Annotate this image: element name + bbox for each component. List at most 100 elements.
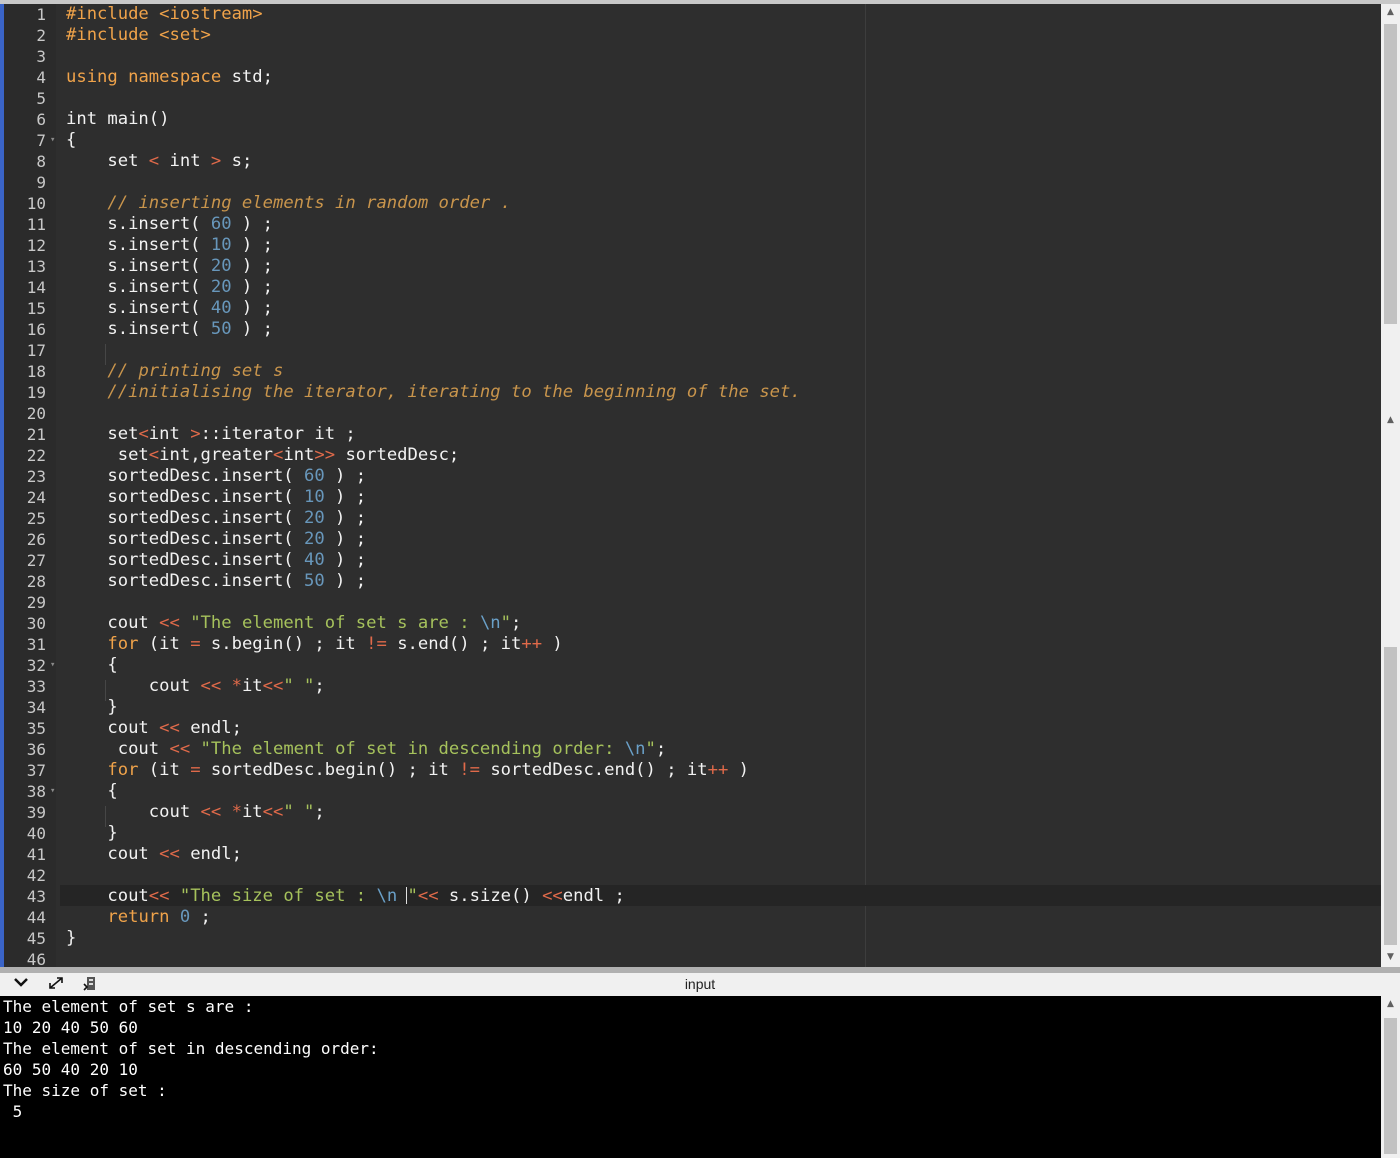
code-token: 60 xyxy=(210,214,232,234)
code-line[interactable]: } xyxy=(66,928,76,949)
line-number: 25 xyxy=(26,509,46,528)
code-line[interactable]: { xyxy=(66,655,117,676)
code-line[interactable]: cout<< "The size of set : \n "<< s.size(… xyxy=(66,886,624,907)
line-number: 35 xyxy=(26,719,46,738)
scrollbar-thumb[interactable] xyxy=(1384,647,1397,945)
line-number: 14 xyxy=(26,278,46,297)
code-token: << xyxy=(262,676,284,696)
code-line[interactable]: #include <iostream> xyxy=(66,4,263,25)
code-token: ) ; xyxy=(324,466,367,486)
scrollbar-thumb[interactable] xyxy=(1384,1018,1397,1154)
code-token: cout xyxy=(66,739,170,759)
code-line[interactable]: s.insert( 10 ) ; xyxy=(66,235,273,256)
line-number: 1 xyxy=(36,5,46,24)
line-number: 7 xyxy=(36,131,46,150)
code-token: 10 xyxy=(304,487,325,507)
code-line[interactable]: sortedDesc.insert( 50 ) ; xyxy=(66,571,366,592)
output-line: 10 20 40 50 60 xyxy=(3,1018,138,1037)
code-line[interactable]: s.insert( 20 ) ; xyxy=(66,256,273,277)
code-token: s.insert( xyxy=(66,319,211,339)
code-token: s.size() xyxy=(438,886,543,906)
line-number: 2 xyxy=(36,26,46,45)
code-token: < xyxy=(272,445,284,465)
fold-toggle-icon[interactable]: ▾ xyxy=(50,781,58,802)
line-number: 32 xyxy=(26,656,46,675)
code-line[interactable]: sortedDesc.insert( 40 ) ; xyxy=(66,550,366,571)
code-line[interactable]: for (it = sortedDesc.begin() ; it != sor… xyxy=(66,760,749,781)
code-token: ) ; xyxy=(231,298,273,318)
code-line[interactable]: cout << endl; xyxy=(66,718,242,739)
line-number: 19 xyxy=(26,383,46,402)
line-number: 33 xyxy=(26,677,46,696)
code-token: s.insert( xyxy=(66,298,211,318)
code-line[interactable]: } xyxy=(66,823,117,844)
scroll-up-arrow-icon[interactable]: ▲ xyxy=(1381,996,1400,1013)
code-token: sortedDesc.insert( xyxy=(66,487,304,507)
output-vertical-scrollbar[interactable]: ▲ xyxy=(1381,996,1400,1158)
scroll-up-arrow-icon[interactable]: ▲ xyxy=(1381,412,1400,429)
code-token: << xyxy=(159,613,180,633)
code-token: < xyxy=(148,445,160,465)
text-cursor xyxy=(406,887,407,904)
code-line[interactable]: { xyxy=(66,781,117,802)
code-line[interactable]: cout << "The element of set s are : \n"; xyxy=(66,613,521,634)
code-token: ) ; xyxy=(324,529,367,549)
code-token: < xyxy=(138,424,149,444)
code-token: << xyxy=(542,886,563,906)
fold-toggle-icon[interactable]: ▾ xyxy=(50,130,58,151)
code-line[interactable]: s.insert( 50 ) ; xyxy=(66,319,273,340)
scrollbar-thumb[interactable] xyxy=(1384,24,1397,324)
code-line[interactable]: sortedDesc.insert( 20 ) ; xyxy=(66,508,366,529)
code-line[interactable]: sortedDesc.insert( 60 ) ; xyxy=(66,466,366,487)
code-token: set xyxy=(66,445,149,465)
code-line[interactable]: return 0 ; xyxy=(66,907,211,928)
code-line[interactable]: for (it = s.begin() ; it != s.end() ; it… xyxy=(66,634,562,655)
scroll-down-arrow-icon[interactable]: ▼ xyxy=(1381,949,1400,966)
code-token: for xyxy=(107,760,139,780)
output-line: 60 50 40 20 10 xyxy=(3,1060,138,1079)
code-token: << xyxy=(200,802,222,822)
code-line[interactable]: cout << "The element of set in descendin… xyxy=(66,739,667,760)
code-token: int xyxy=(159,151,211,171)
code-token: it xyxy=(241,676,263,696)
code-line[interactable]: set<int,greater<int>> sortedDesc; xyxy=(66,445,460,466)
code-line[interactable]: set < int > s; xyxy=(66,151,252,172)
line-number: 22 xyxy=(26,446,46,465)
code-line[interactable]: // inserting elements in random order . xyxy=(66,193,511,214)
code-line[interactable]: //initialising the iterator, iterating t… xyxy=(66,382,800,403)
code-line[interactable]: using namespace std; xyxy=(66,67,273,88)
editor-vertical-scrollbar[interactable]: ▲ ▲ ▼ xyxy=(1381,4,1400,967)
fold-toggle-icon[interactable]: ▾ xyxy=(50,655,58,676)
code-token: << xyxy=(262,802,284,822)
code-line[interactable]: sortedDesc.insert( 10 ) ; xyxy=(66,487,366,508)
code-token: namespace xyxy=(128,67,232,87)
code-line[interactable]: #include <set> xyxy=(66,25,211,46)
code-line[interactable]: int main() xyxy=(66,109,169,130)
code-line[interactable]: s.insert( 40 ) ; xyxy=(66,298,273,319)
code-line[interactable]: cout << endl; xyxy=(66,844,242,865)
code-token: sortedDesc.insert( xyxy=(66,466,304,486)
code-line[interactable]: s.insert( 20 ) ; xyxy=(66,277,273,298)
code-line[interactable]: s.insert( 60 ) ; xyxy=(66,214,273,235)
line-number: 3 xyxy=(36,47,46,66)
code-token: != xyxy=(366,634,387,654)
line-number: 23 xyxy=(26,467,46,486)
code-line[interactable]: } xyxy=(66,697,117,718)
code-line[interactable]: sortedDesc.insert( 20 ) ; xyxy=(66,529,366,550)
code-line[interactable]: set<int >::iterator it ; xyxy=(66,424,355,445)
code-line[interactable]: { xyxy=(66,130,76,151)
line-number: 39 xyxy=(26,803,46,822)
code-line[interactable]: // printing set s xyxy=(66,361,283,382)
input-tab-label[interactable]: input xyxy=(0,974,1400,994)
code-token: 50 xyxy=(304,571,325,591)
code-token: 20 xyxy=(304,508,325,528)
line-number: 27 xyxy=(26,551,46,570)
scroll-up-arrow-icon[interactable]: ▲ xyxy=(1381,4,1400,21)
code-token: ; xyxy=(511,613,522,633)
line-number: 36 xyxy=(26,740,46,759)
code-editor[interactable]: 1 2 3 4 5 6 7 ▾ 8 9 10 11 12 13 14 15 16 17 18 19 20 21 22 23 24… xyxy=(0,4,1381,967)
code-token: ; xyxy=(314,676,325,696)
